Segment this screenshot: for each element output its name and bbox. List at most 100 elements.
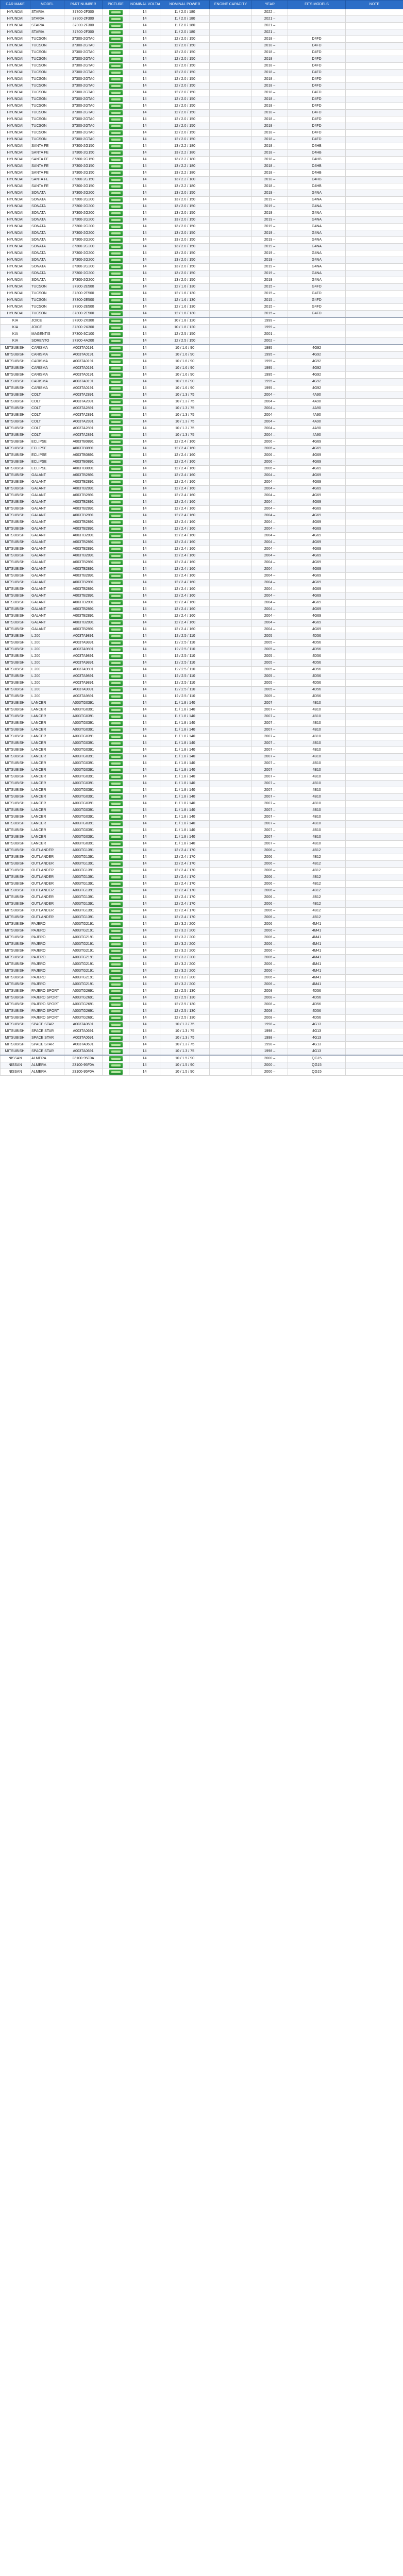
part-thumbnail-icon[interactable] [109,231,123,236]
table-row[interactable]: MITSUBISHI LANCER A003TG0391 14 11 / 1.8 / 1… [0,773,403,781]
table-row[interactable]: MITSUBISHI SPACE STAR A003TA0691 14 10 / 1.3… [0,1021,403,1028]
part-thumbnail-icon[interactable] [109,1022,123,1027]
table-row[interactable]: MITSUBISHI OUTLANDER A003TG1391 14 12 / 2.4 … [0,894,403,901]
table-row[interactable]: MITSUBISHI GALANT A003TB2891 14 12 / 2.4 / 1… [0,539,403,546]
table-row[interactable]: MITSUBISHI SPACE STAR A003TA0691 14 10 / 1.3… [0,1035,403,1042]
table-row[interactable]: HYUNDAI SANTA FE 37300-2G150 14 13 / 2.2 / 1… [0,156,403,163]
part-thumbnail-icon[interactable] [109,547,123,552]
table-row[interactable]: MITSUBISHI OUTLANDER A003TG1391 14 12 / 2.4 … [0,907,403,914]
table-row[interactable]: HYUNDAI TUCSON 37300-2GTA0 14 12 / 2.0 / 150… [0,96,403,103]
part-thumbnail-icon[interactable] [109,607,123,612]
part-thumbnail-icon[interactable] [109,37,123,42]
part-thumbnail-icon[interactable] [109,727,123,733]
table-row[interactable]: MITSUBISHI GALANT A003TB2891 14 12 / 2.4 / 1… [0,492,403,499]
part-thumbnail-icon[interactable] [109,16,123,22]
part-thumbnail-icon[interactable] [109,284,123,290]
part-thumbnail-icon[interactable] [109,721,123,726]
table-row[interactable]: MITSUBISHI GALANT A003TB2891 14 12 / 2.4 / 1… [0,566,403,573]
table-row[interactable]: MITSUBISHI LANCER A003TG0391 14 11 / 1.8 / 1… [0,767,403,774]
column-header[interactable]: CAR MAKE [0,0,30,9]
table-row[interactable]: KIA JOICE 37300-2X300 14 10 / 1.8 / 120 1999 … [0,317,403,325]
part-thumbnail-icon[interactable] [109,922,123,927]
table-row[interactable]: MITSUBISHI PAJERO A003TG2191 14 12 / 3.2 / 2… [0,974,403,981]
table-row[interactable]: HYUNDAI TUCSON 37300-2GTA0 14 12 / 2.0 / 150… [0,42,403,49]
table-row[interactable]: MITSUBISHI L 200 A003TA9891 14 12 / 2.5 / 11… [0,673,403,680]
part-thumbnail-icon[interactable] [109,674,123,679]
table-row[interactable]: HYUNDAI TUCSON 37300-2GTA0 14 12 / 2.0 / 150… [0,103,403,110]
part-thumbnail-icon[interactable] [109,164,123,169]
part-thumbnail-icon[interactable] [109,278,123,283]
part-thumbnail-icon[interactable] [109,413,123,418]
table-row[interactable]: HYUNDAI SONATA 37300-2G200 14 13 / 2.0 / 150… [0,210,403,217]
part-thumbnail-icon[interactable] [109,600,123,605]
table-row[interactable]: MITSUBISHI GALANT A003TB2891 14 12 / 2.4 / 1… [0,552,403,560]
table-row[interactable]: MITSUBISHI L 200 A003TA9891 14 12 / 2.5 / 11… [0,666,403,673]
table-row[interactable]: NISSAN ALMERA 23100-95F0A 14 10 / 1.5 / 90 20… [0,1055,403,1062]
column-header[interactable]: NOMINAL VOLTAGE [129,0,160,9]
table-row[interactable]: MITSUBISHI PAJERO SPORT A003TG2691 14 12 / 2… [0,1001,403,1008]
table-row[interactable]: MITSUBISHI PAJERO A003TG2191 14 12 / 3.2 / 2… [0,954,403,961]
part-thumbnail-icon[interactable] [109,332,123,337]
table-row[interactable]: MITSUBISHI PAJERO A003TG2191 14 12 / 3.2 / 2… [0,968,403,975]
table-row[interactable]: HYUNDAI TUCSON 37300-2GTA0 14 12 / 2.0 / 150… [0,56,403,63]
table-row[interactable]: MITSUBISHI ECLIPSE A003TB0891 14 12 / 2.4 / … [0,445,403,452]
table-row[interactable]: MITSUBISHI LANCER A003TG0391 14 11 / 1.8 / 1… [0,840,403,848]
part-thumbnail-icon[interactable] [109,57,123,62]
table-row[interactable]: MITSUBISHI OUTLANDER A003TG1391 14 12 / 2.4 … [0,867,403,874]
table-row[interactable]: MITSUBISHI LANCER A003TG0391 14 11 / 1.8 / 1… [0,820,403,827]
table-row[interactable]: MITSUBISHI COLT A003TA2891 14 10 / 1.3 / 75 2… [0,405,403,412]
part-thumbnail-icon[interactable] [109,774,123,779]
part-thumbnail-icon[interactable] [109,90,123,95]
table-row[interactable]: MITSUBISHI L 200 A003TA9891 14 12 / 2.5 / 11… [0,680,403,687]
part-thumbnail-icon[interactable] [109,30,123,35]
table-row[interactable]: MITSUBISHI PAJERO A003TG2191 14 12 / 3.2 / 2… [0,961,403,968]
column-header[interactable]: PART NUMBER [64,0,103,9]
table-row[interactable]: MITSUBISHI LANCER A003TG0391 14 11 / 1.8 / 1… [0,827,403,834]
part-thumbnail-icon[interactable] [109,654,123,659]
part-thumbnail-icon[interactable] [109,83,123,89]
part-thumbnail-icon[interactable] [109,211,123,216]
table-row[interactable]: HYUNDAI STARIA 37300-2F300 14 11 / 2.0 / 180… [0,22,403,29]
part-thumbnail-icon[interactable] [109,841,123,846]
table-row[interactable]: MITSUBISHI PAJERO A003TG2191 14 12 / 3.2 / 2… [0,947,403,955]
part-thumbnail-icon[interactable] [109,902,123,907]
part-thumbnail-icon[interactable] [109,271,123,276]
table-row[interactable]: MITSUBISHI PAJERO A003TG2191 14 12 / 3.2 / 2… [0,981,403,988]
part-thumbnail-icon[interactable] [109,197,123,202]
part-thumbnail-icon[interactable] [109,318,123,324]
part-thumbnail-icon[interactable] [109,406,123,411]
part-thumbnail-icon[interactable] [109,942,123,947]
table-row[interactable]: HYUNDAI SONATA 37300-2G200 14 13 / 2.0 / 150… [0,243,403,250]
part-thumbnail-icon[interactable] [109,1036,123,1041]
part-thumbnail-icon[interactable] [109,928,123,934]
part-thumbnail-icon[interactable] [109,251,123,256]
part-thumbnail-icon[interactable] [109,486,123,492]
table-row[interactable]: MITSUBISHI GALANT A003TB2891 14 12 / 2.4 / 1… [0,546,403,553]
part-thumbnail-icon[interactable] [109,366,123,371]
table-row[interactable]: MITSUBISHI PAJERO SPORT A003TG2691 14 12 / 2… [0,1014,403,1022]
table-row[interactable]: MITSUBISHI LANCER A003TG0391 14 11 / 1.8 / 1… [0,787,403,794]
table-row[interactable]: MITSUBISHI GALANT A003TB2891 14 12 / 2.4 / 1… [0,606,403,613]
table-row[interactable]: MITSUBISHI OUTLANDER A003TG1391 14 12 / 2.4 … [0,874,403,881]
table-row[interactable]: HYUNDAI TUCSON 37300-2GTA0 14 12 / 2.0 / 150… [0,69,403,76]
table-row[interactable]: HYUNDAI TUCSON 37300-2E500 14 12 / 1.6 / 130… [0,297,403,304]
table-row[interactable]: HYUNDAI SONATA 37300-2G200 14 13 / 2.0 / 150… [0,257,403,264]
part-thumbnail-icon[interactable] [109,1070,123,1075]
part-thumbnail-icon[interactable] [109,238,123,243]
part-thumbnail-icon[interactable] [109,177,123,182]
part-thumbnail-icon[interactable] [109,506,123,512]
table-row[interactable]: MITSUBISHI CARISMA A003TA0191 14 10 / 1.6 / … [0,344,403,352]
part-thumbnail-icon[interactable] [109,781,123,786]
table-row[interactable]: MITSUBISHI OUTLANDER A003TG1391 14 12 / 2.4 … [0,860,403,868]
part-thumbnail-icon[interactable] [109,707,123,713]
part-thumbnail-icon[interactable] [109,224,123,229]
part-thumbnail-icon[interactable] [109,948,123,954]
part-thumbnail-icon[interactable] [109,533,123,538]
part-thumbnail-icon[interactable] [109,130,123,135]
part-thumbnail-icon[interactable] [109,217,123,223]
part-thumbnail-icon[interactable] [109,43,123,48]
part-thumbnail-icon[interactable] [109,144,123,149]
part-thumbnail-icon[interactable] [109,1049,123,1054]
table-row[interactable]: HYUNDAI SANTA FE 37300-2G150 14 13 / 2.2 / 1… [0,143,403,150]
table-row[interactable]: MITSUBISHI CARISMA A003TA0191 14 10 / 1.6 / … [0,365,403,372]
